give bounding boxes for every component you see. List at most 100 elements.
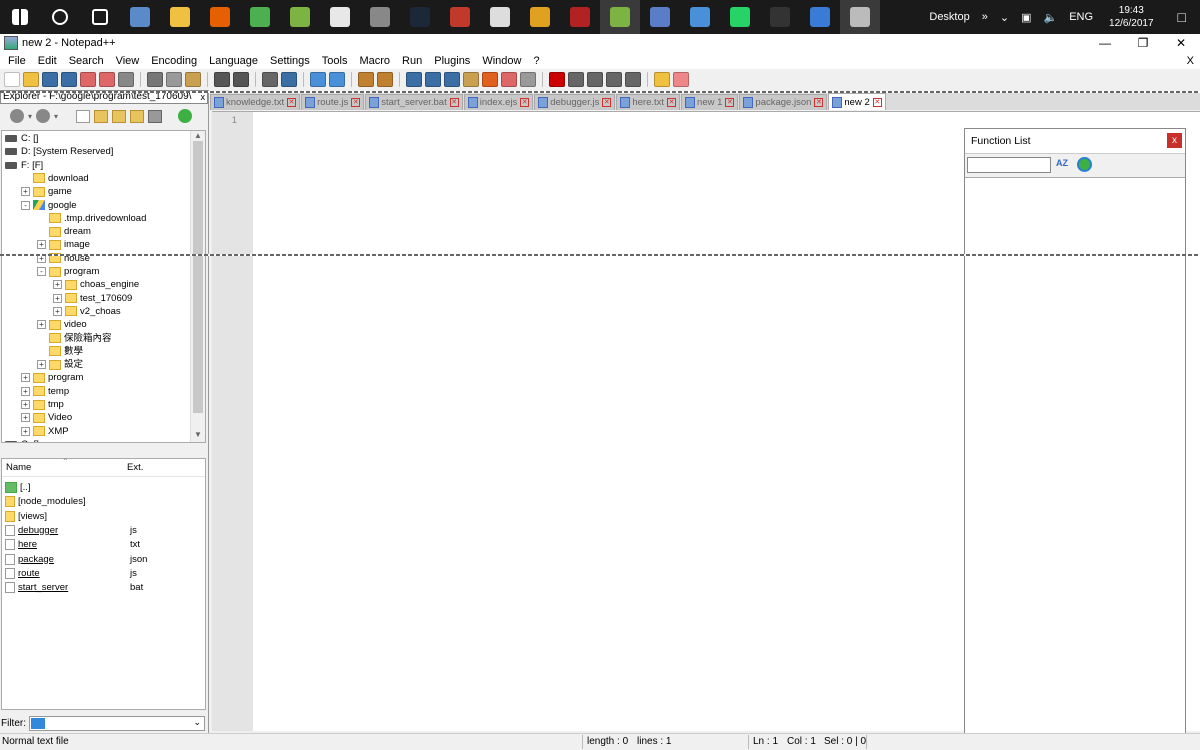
indent-guide-icon[interactable]	[444, 71, 460, 87]
tree-item[interactable]: + video	[37, 318, 87, 331]
menu-macro[interactable]: Macro	[353, 55, 396, 67]
scroll-up-icon[interactable]: ▲	[194, 131, 202, 140]
expand-icon[interactable]: +	[37, 240, 46, 250]
expand-icon[interactable]: +	[53, 306, 62, 316]
file-list-item[interactable]: route js	[5, 567, 170, 580]
tray-overflow-icon[interactable]: ⌄	[994, 11, 1015, 24]
menu-plugins[interactable]: Plugins	[428, 55, 476, 67]
folder-workspace-icon[interactable]	[501, 71, 517, 87]
play-macro-icon[interactable]	[587, 71, 603, 87]
volume-icon[interactable]: 🔈	[1037, 11, 1063, 24]
tab-here-txt[interactable]: here.txt ✕	[616, 94, 681, 110]
taskbar-remote-desktop-icon[interactable]	[800, 0, 840, 34]
tab-package-json[interactable]: package.json ✕	[739, 94, 828, 110]
tree-item[interactable]: - google	[21, 199, 77, 212]
expand-icon[interactable]: +	[53, 293, 62, 303]
collapse-icon[interactable]: -	[37, 267, 46, 276]
tab-start-server-bat[interactable]: start_server.bat ✕	[365, 94, 463, 110]
expand-icon[interactable]: +	[21, 386, 30, 396]
tree-scrollbar[interactable]: ▲ ▼	[190, 131, 205, 442]
tab-route-js[interactable]: route.js ✕	[301, 94, 365, 110]
taskbar-tool-icon[interactable]	[520, 0, 560, 34]
tab-close-icon[interactable]: ✕	[449, 98, 459, 107]
tab-close-icon[interactable]: ✕	[520, 98, 530, 107]
taskbar-whiteboard-icon[interactable]	[640, 0, 680, 34]
drive-icon[interactable]	[148, 109, 163, 123]
tab-close-icon[interactable]: ✕	[725, 98, 735, 107]
menu-edit[interactable]: Edit	[32, 55, 63, 67]
file-list-item[interactable]: [..]	[5, 481, 172, 494]
taskbar-control-panel-icon[interactable]	[120, 0, 160, 34]
tab-index-ejs[interactable]: index.ejs ✕	[463, 94, 534, 110]
language-indicator[interactable]: ENG	[1063, 11, 1099, 23]
new-file-icon[interactable]	[76, 109, 91, 123]
function-search-input[interactable]	[967, 157, 1051, 173]
copy-icon[interactable]	[166, 71, 182, 87]
tab-close-icon[interactable]: ✕	[602, 98, 612, 107]
tree-item[interactable]: D: [System Reserved]	[5, 145, 113, 158]
menu-search[interactable]: Search	[63, 55, 110, 67]
tree-item[interactable]: dream	[37, 225, 91, 238]
save-icon[interactable]	[42, 71, 58, 87]
file-list-item[interactable]: debugger js	[5, 524, 170, 537]
taskbar-whatsapp-icon[interactable]	[720, 0, 760, 34]
expand-icon[interactable]: +	[21, 413, 30, 423]
run-macro-multiple-icon[interactable]	[606, 71, 622, 87]
taskbar-filezilla-icon[interactable]	[560, 0, 600, 34]
refresh-icon[interactable]	[178, 109, 193, 123]
tree-item[interactable]: + program	[21, 371, 83, 384]
minimize-button[interactable]: —	[1086, 34, 1124, 52]
tree-item[interactable]: + tmp	[21, 398, 64, 411]
tab-knowledge-txt[interactable]: knowledge.txt ✕	[210, 94, 301, 110]
tree-item[interactable]: + 設定	[37, 358, 83, 371]
zoom-out-icon[interactable]	[329, 71, 345, 87]
chevron-down-icon[interactable]: ⌄	[193, 717, 201, 728]
file-list-item[interactable]: start_server bat	[5, 581, 170, 594]
collapse-icon[interactable]: -	[21, 200, 30, 210]
file-list-item[interactable]: [views]	[5, 510, 170, 523]
new-folder-icon[interactable]	[94, 109, 109, 123]
spell-check-icon[interactable]	[654, 71, 670, 87]
forward-icon[interactable]	[36, 109, 51, 123]
back-dropdown-icon[interactable]: ▾	[28, 112, 32, 121]
tree-item[interactable]: + game	[21, 185, 72, 198]
new-file-icon[interactable]	[4, 71, 20, 87]
expand-icon[interactable]: +	[21, 373, 30, 383]
taskbar-file-explorer-icon[interactable]	[160, 0, 200, 34]
favorite-icon[interactable]	[673, 71, 689, 87]
expand-icon[interactable]: +	[21, 400, 30, 409]
menu-help[interactable]: ?	[527, 55, 545, 67]
tree-item[interactable]: + test_170609	[53, 292, 132, 305]
file-list-item[interactable]: here txt	[5, 538, 170, 551]
maximize-button[interactable]: ❐	[1124, 34, 1162, 52]
reload-icon[interactable]	[1077, 157, 1092, 172]
paste-icon[interactable]	[185, 71, 201, 87]
tab-close-icon[interactable]: ✕	[814, 98, 824, 107]
clock[interactable]: 19:43 12/6/2017	[1099, 4, 1164, 30]
file-list-item[interactable]: [node_modules]	[5, 495, 170, 508]
column-ext[interactable]: Ext.	[127, 462, 167, 473]
monitor-icon[interactable]	[520, 71, 536, 87]
tree-item[interactable]: 保險箱內容	[37, 332, 112, 345]
expand-icon[interactable]: +	[37, 360, 46, 370]
save-all-icon[interactable]	[61, 71, 77, 87]
open-folder-icon[interactable]	[112, 109, 127, 123]
tree-item[interactable]: + choas_engine	[53, 278, 139, 291]
network-icon[interactable]: ▣	[1015, 11, 1037, 24]
scroll-thumb[interactable]	[193, 141, 203, 413]
taskbar-charts-icon[interactable]	[320, 0, 360, 34]
close-all-icon[interactable]	[99, 71, 115, 87]
record-macro-icon[interactable]	[549, 71, 565, 87]
undo-icon[interactable]	[214, 71, 230, 87]
taskbar-search-icon[interactable]	[40, 0, 80, 34]
tree-item[interactable]: + temp	[21, 385, 69, 398]
filter-input[interactable]: ⌄	[29, 715, 205, 731]
taskbar-paper-plane-icon[interactable]	[680, 0, 720, 34]
folder-tree[interactable]: C: [] D: [System Reserved] F: [F] download +…	[1, 130, 206, 443]
replace-icon[interactable]	[281, 71, 297, 87]
close-icon[interactable]	[80, 71, 96, 87]
folder-up-icon[interactable]	[130, 109, 145, 123]
close-button[interactable]: ✕	[1162, 34, 1200, 52]
tab-close-icon[interactable]: ✕	[872, 97, 882, 107]
action-center-icon[interactable]: □	[1164, 9, 1200, 25]
